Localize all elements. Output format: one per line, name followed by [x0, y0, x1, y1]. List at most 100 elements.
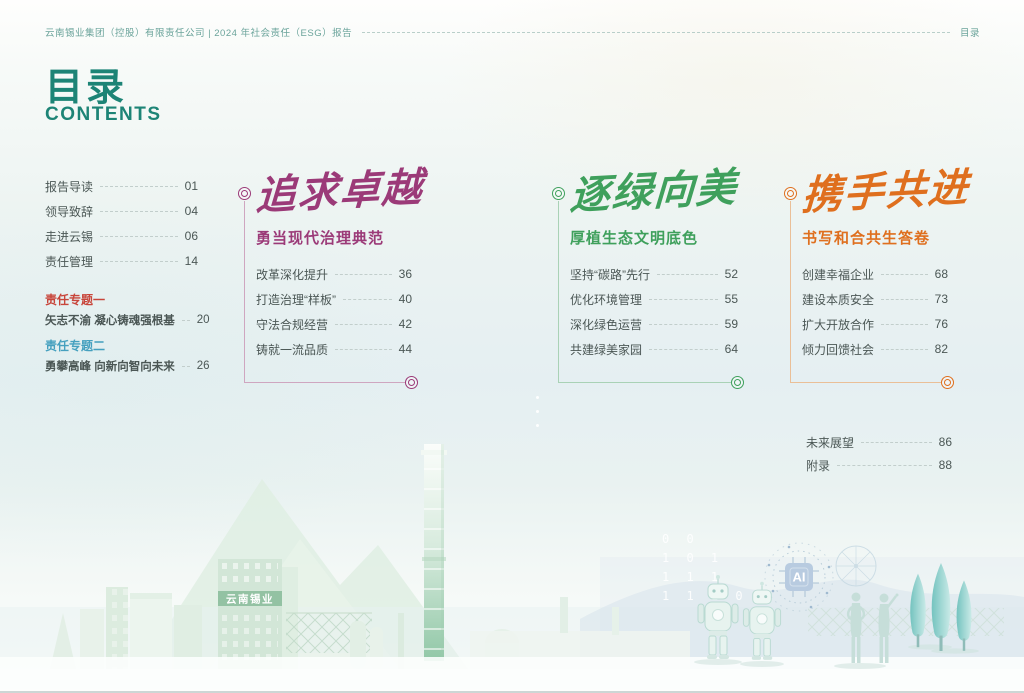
toc-entry[interactable]: 创建幸福企业 68: [802, 267, 948, 281]
rail-ring-icon: [238, 187, 251, 200]
svg-text:1 1 1 0: 1 1 1 0: [662, 589, 748, 603]
svg-text:0 0: 0 0: [662, 532, 699, 546]
toc-entry[interactable]: 倾力回馈社会 82: [802, 342, 948, 356]
rail-ring-icon: [731, 376, 744, 389]
running-header: 云南锡业集团（控股）有限责任公司 | 2024 年社会责任（ESG）报告 目录: [45, 25, 980, 39]
chapter-calligraphy-title: 追求卓越: [255, 154, 426, 221]
leader-line: [335, 324, 392, 325]
toc-entry-label: 建设本质安全: [802, 291, 874, 308]
leader-line: [335, 274, 392, 275]
rail-vertical-line: [790, 201, 791, 382]
chapter-item-list: 坚持“碳路”先行 52 优化环境管理 55 深化绿色运营 59 共建绿美家园 6…: [570, 267, 738, 367]
toc-entry[interactable]: 领导致辞 04: [45, 204, 198, 218]
rail-ring-icon: [552, 187, 565, 200]
leader-line: [881, 299, 928, 300]
ferris-wheel: [836, 546, 876, 586]
special-topic-title: 责任专题一: [45, 291, 205, 308]
leader-line: [182, 320, 190, 321]
special-topic-1[interactable]: 责任专题一 矢志不渝 凝心铸魂强根基 20: [45, 291, 205, 327]
toc-entry-page: 40: [399, 292, 412, 306]
rail-ring-icon: [784, 187, 797, 200]
toc-entry-page: 52: [725, 267, 738, 281]
toc-entry-label: 共建绿美家园: [570, 341, 642, 358]
toc-entry-label: 倾力回馈社会: [802, 341, 874, 358]
conveyor-truss: [808, 608, 1004, 636]
page-section-label: 目录: [960, 25, 980, 39]
toc-entry-label: 打造治理“样板”: [256, 291, 336, 308]
leader-line: [100, 211, 178, 212]
front-matter-list: 报告导读 01 领导致辞 04 走进云锡 06 责任管理 14: [45, 179, 198, 279]
special-topic-subtitle: 勇攀高峰 向新向智向未来: [45, 358, 175, 374]
toc-entry-label: 领导致辞: [45, 203, 93, 220]
toc-entry[interactable]: 报告导读 01: [45, 179, 198, 193]
toc-entry-page: 82: [935, 342, 948, 356]
rail-horizontal-line: [558, 382, 731, 383]
svg-text:1 1 1: 1 1 1: [662, 570, 723, 584]
toc-entry-label: 坚持“碳路”先行: [570, 266, 650, 283]
toc-entry-page: 26: [197, 360, 210, 372]
toc-entry-label: 报告导读: [45, 178, 93, 195]
toc-entry[interactable]: 铸就一流品质 44: [256, 342, 412, 356]
leader-line: [182, 366, 190, 367]
toc-entry-page: 59: [725, 317, 738, 331]
toc-entry[interactable]: 扩大开放合作 76: [802, 317, 948, 331]
toc-entry-page: 44: [399, 342, 412, 356]
toc-entry-page: 06: [185, 229, 198, 243]
chapter-item-list: 改革深化提升 36 打造治理“样板” 40 守法合规经营 42 铸就一流品质 4…: [256, 267, 412, 367]
toc-entry[interactable]: 责任管理 14: [45, 254, 198, 268]
toc-entry-page: 01: [185, 179, 198, 193]
special-topic-2[interactable]: 责任专题二 勇攀高峰 向新向智向未来 26: [45, 337, 205, 373]
toc-entry-page: 73: [935, 292, 948, 306]
page-title-en: CONTENTS: [45, 104, 162, 126]
chapter-column-3: 携手共进 书写和合共生答卷 创建幸福企业 68 建设本质安全 73 扩大开放合作…: [778, 163, 958, 403]
toc-entry-page: 04: [185, 204, 198, 218]
toc-entry[interactable]: 建设本质安全 73: [802, 292, 948, 306]
toc-entry[interactable]: 走进云锡 06: [45, 229, 198, 243]
bottom-illustration: 云南锡业: [0, 417, 1024, 689]
toc-entry[interactable]: 深化绿色运营 59: [570, 317, 738, 331]
toc-entry[interactable]: 优化环境管理 55: [570, 292, 738, 306]
leader-line: [343, 299, 392, 300]
rail-horizontal-line: [790, 382, 941, 383]
special-topic-title: 责任专题二: [45, 337, 205, 354]
toc-entry[interactable]: 共建绿美家园 64: [570, 342, 738, 356]
toc-entry[interactable]: 打造治理“样板” 40: [256, 292, 412, 306]
toc-entry-label: 责任管理: [45, 253, 93, 270]
building-sign-text: 云南锡业: [226, 593, 274, 606]
chapter-subtitle: 勇当现代治理典范: [256, 227, 384, 248]
toc-entry[interactable]: 改革深化提升 36: [256, 267, 412, 281]
leader-line: [100, 186, 178, 187]
toc-entry-label: 改革深化提升: [256, 266, 328, 283]
toc-entry-label: 优化环境管理: [570, 291, 642, 308]
toc-entry-page: 20: [197, 314, 210, 326]
toc-entry-label: 创建幸福企业: [802, 266, 874, 283]
rail-horizontal-line: [244, 382, 405, 383]
chapter-calligraphy-title: 携手共进: [801, 154, 972, 221]
leader-line: [649, 349, 718, 350]
leader-line: [881, 349, 928, 350]
rail-vertical-line: [244, 201, 245, 382]
page-title-zh: 目录: [45, 56, 127, 111]
toc-entry-label: 走进云锡: [45, 228, 93, 245]
toc-entry-page: 55: [725, 292, 738, 306]
leader-line: [100, 236, 178, 237]
toc-entry-page: 76: [935, 317, 948, 331]
toc-entry[interactable]: 守法合规经营 42: [256, 317, 412, 331]
toc-entry[interactable]: 坚持“碳路”先行 52: [570, 267, 738, 281]
report-name-text: 云南锡业集团（控股）有限责任公司 | 2024 年社会责任（ESG）报告: [45, 25, 352, 39]
leader-line: [335, 349, 392, 350]
ai-label-text: AI: [793, 570, 806, 585]
chapter-column-1: 追求卓越 勇当现代治理典范 改革深化提升 36 打造治理“样板” 40 守法合规…: [232, 163, 422, 403]
leader-line: [881, 324, 928, 325]
toc-entry-page: 42: [399, 317, 412, 331]
chapter-subtitle: 书写和合共生答卷: [802, 227, 930, 248]
toc-entry-page: 64: [725, 342, 738, 356]
toc-entry-label: 深化绿色运营: [570, 316, 642, 333]
leader-line: [649, 299, 718, 300]
toc-entry-label: 扩大开放合作: [802, 316, 874, 333]
chapter-subtitle: 厚植生态文明底色: [570, 227, 698, 248]
toc-entry-label: 铸就一流品质: [256, 341, 328, 358]
leader-line: [881, 274, 928, 275]
chapter-item-list: 创建幸福企业 68 建设本质安全 73 扩大开放合作 76 倾力回馈社会 82: [802, 267, 948, 367]
svg-text:1 0 1: 1 0 1: [662, 551, 723, 565]
